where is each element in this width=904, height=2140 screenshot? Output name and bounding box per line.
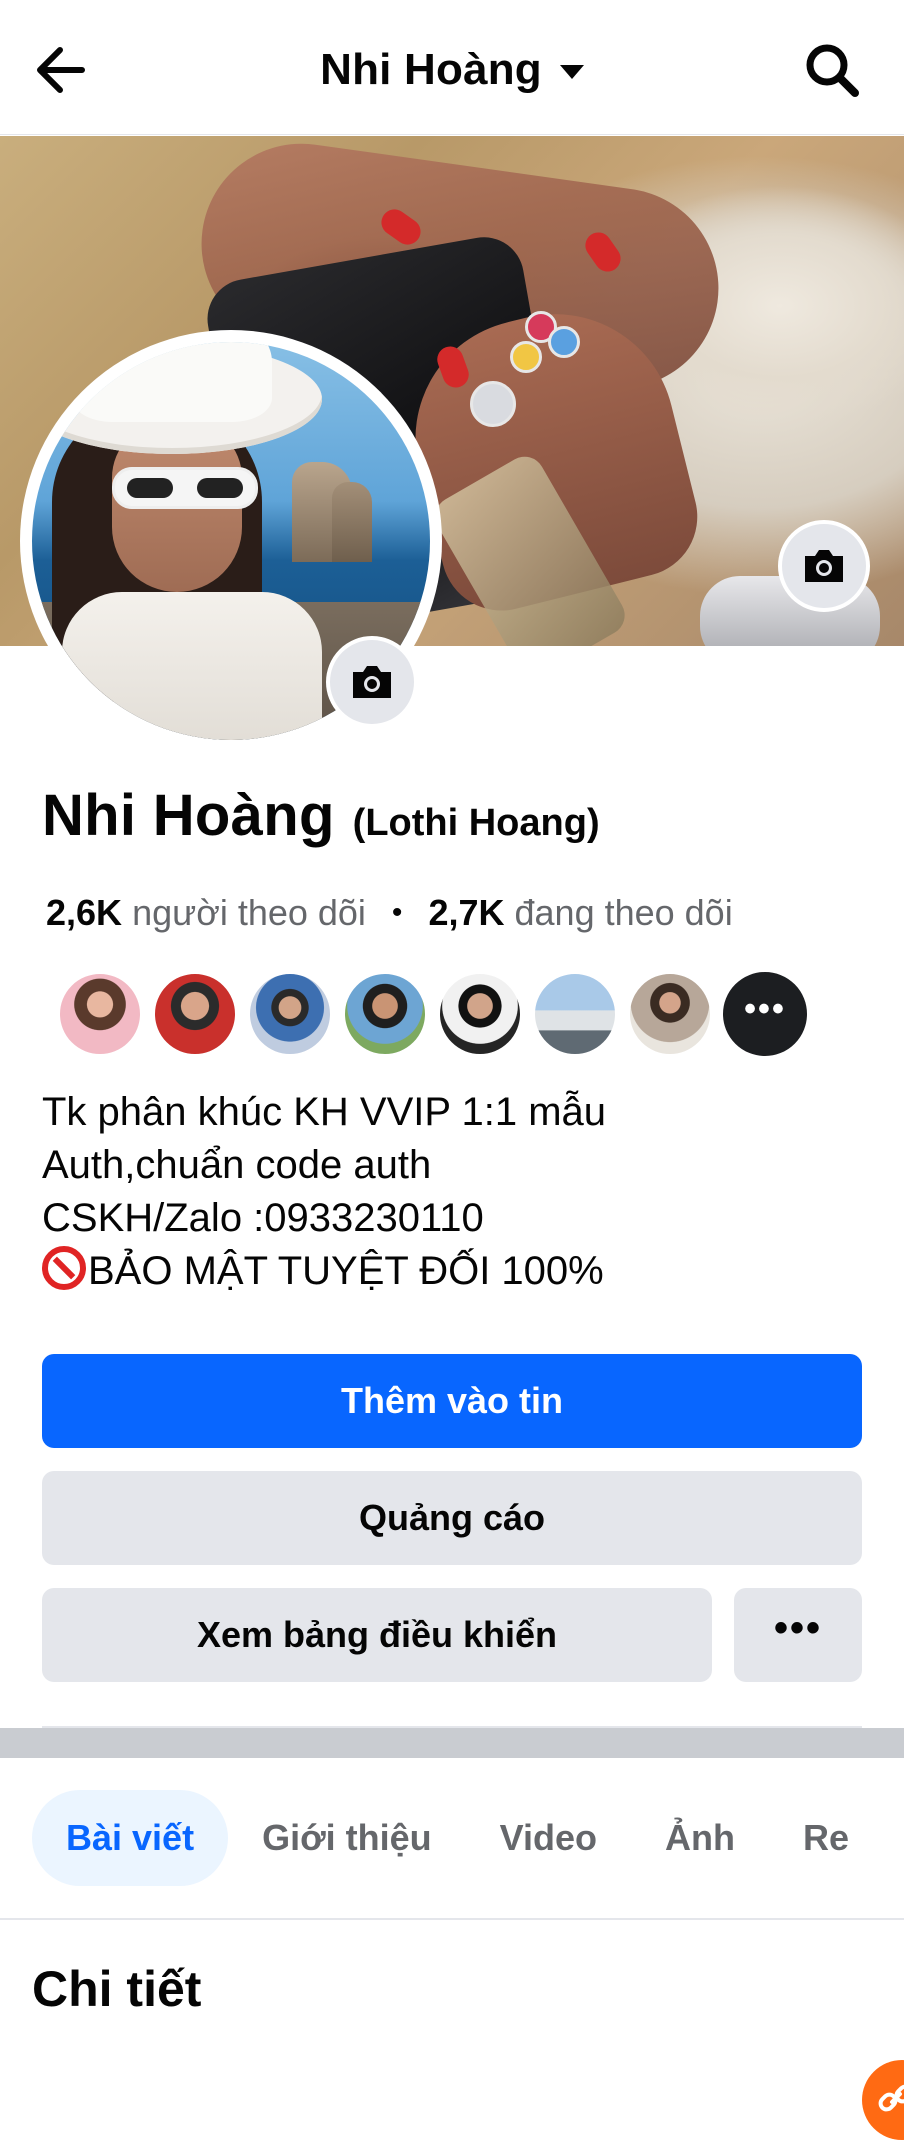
friend-avatar[interactable] <box>533 972 617 1056</box>
tab-posts[interactable]: Bài viết <box>32 1790 229 1886</box>
more-options-button[interactable]: ••• <box>734 1588 862 1682</box>
bio-line: BẢO MẬT TUYỆT ĐỐI 100% <box>88 1249 604 1293</box>
stats-separator: • <box>391 896 403 929</box>
avatar-glasses-shape <box>112 467 258 509</box>
page-title: Nhi Hoàng <box>320 45 542 94</box>
search-button[interactable] <box>800 38 864 102</box>
friend-avatar[interactable] <box>58 972 142 1056</box>
tab-photos[interactable]: Ảnh <box>631 1790 769 1886</box>
bio-line: CSKH/Zalo :0933230110 <box>42 1196 484 1240</box>
avatar-dress-shape <box>62 592 322 740</box>
bio-line: Auth,chuẩn code auth <box>42 1143 432 1187</box>
following-count: 2,7K <box>428 892 505 933</box>
follow-stats: 2,6K người theo dõi • 2,7K đang theo dõi <box>46 892 733 934</box>
view-dashboard-button[interactable]: Xem bảng điều khiển <box>42 1588 712 1682</box>
friend-avatar[interactable] <box>248 972 332 1056</box>
details-title: Chi tiết <box>32 1961 202 2017</box>
tabs-divider <box>0 1918 904 1920</box>
top-app-bar: Nhi Hoàng <box>0 0 904 135</box>
followers-count: 2,6K <box>46 892 123 933</box>
cover-ring-shape <box>510 341 542 373</box>
search-icon <box>806 44 859 97</box>
tab-video[interactable]: Video <box>466 1790 631 1886</box>
profile-alt-name: (Lothi Hoang) <box>352 802 600 844</box>
edit-cover-button[interactable] <box>778 520 870 612</box>
add-to-story-label: Thêm vào tin <box>340 1380 564 1421</box>
no-entry-icon <box>42 1246 86 1290</box>
more-dots-icon: ••• <box>773 1605 822 1650</box>
profile-name: Nhi Hoàng <box>42 783 335 848</box>
bio-line: Tk phân khúc KH VVIP 1:1 mẫu <box>42 1090 607 1134</box>
tab-reels[interactable]: Re <box>769 1790 883 1886</box>
ads-label: Quảng cáo <box>358 1497 546 1538</box>
followers-label: người theo dõi <box>132 892 366 933</box>
more-dots-icon: ••• <box>744 989 786 1028</box>
profile-tabs: Bài viết Giới thiệu Video Ảnh Re <box>32 1790 883 1886</box>
view-dashboard-label: Xem bảng điều khiển <box>196 1614 558 1655</box>
following-label: đang theo dõi <box>514 892 733 933</box>
link-icon <box>878 2084 904 2112</box>
friend-avatar[interactable] <box>628 972 712 1056</box>
bio-line-4: BẢO MẬT TUYỆT ĐỐI 100% <box>42 1245 606 1298</box>
caret-down-icon <box>559 65 584 79</box>
friend-avatar[interactable] <box>153 972 237 1056</box>
floating-link-button[interactable] <box>862 2060 904 2140</box>
avatar-cliff-shape <box>332 482 372 562</box>
cover-ring-shape <box>470 381 516 427</box>
ads-button[interactable]: Quảng cáo <box>42 1471 862 1565</box>
profile-bio: Tk phân khúc KH VVIP 1:1 mẫu Auth,chuẩn … <box>42 1086 606 1298</box>
tab-about[interactable]: Giới thiệu <box>228 1790 466 1886</box>
profile-name-row: Nhi Hoàng (Lothi Hoang) <box>42 782 600 849</box>
camera-icon <box>805 550 843 582</box>
add-to-story-button[interactable]: Thêm vào tin <box>42 1354 862 1448</box>
section-divider <box>0 1728 904 1758</box>
followers-link[interactable]: 2,6K người theo dõi <box>46 892 366 934</box>
profile-switcher[interactable]: Nhi Hoàng <box>0 40 904 100</box>
friends-avatar-row: ••• <box>58 972 807 1056</box>
friend-avatar[interactable] <box>343 972 427 1056</box>
cover-ring-shape <box>548 326 580 358</box>
camera-icon <box>353 666 391 698</box>
more-friends-button[interactable]: ••• <box>723 972 807 1056</box>
following-link[interactable]: 2,7K đang theo dõi <box>428 892 732 934</box>
edit-avatar-button[interactable] <box>326 636 418 728</box>
friend-avatar[interactable] <box>438 972 522 1056</box>
avatar-hat-top-shape <box>72 342 272 422</box>
